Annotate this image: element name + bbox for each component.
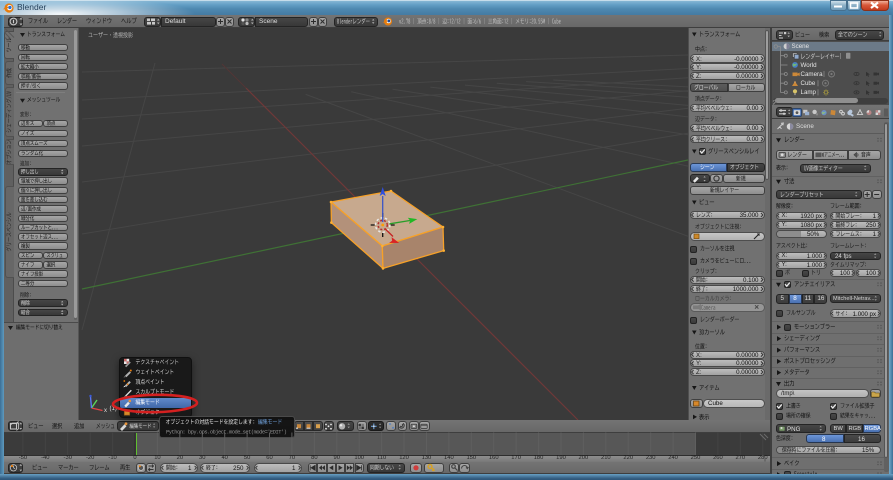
svg-text:Python: bpy.ops.object.mode_se: Python: bpy.ops.object.mode_set(mode='ED… xyxy=(166,430,287,436)
